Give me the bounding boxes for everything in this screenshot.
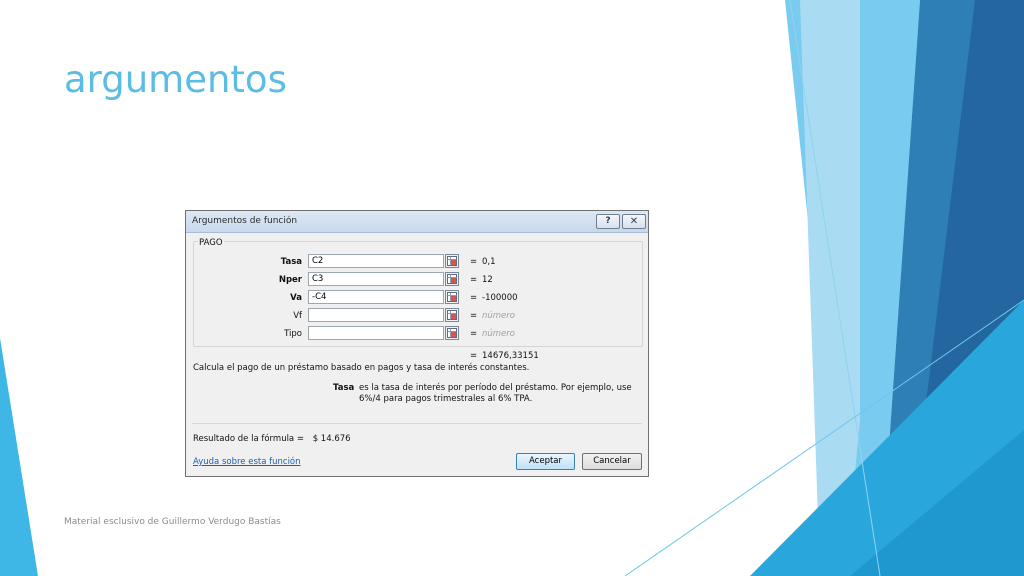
- arg-result-tipo: número: [482, 329, 515, 339]
- equals-sign: =: [470, 311, 478, 321]
- formula-result-value: $ 14.676: [312, 434, 351, 444]
- arg-result-va: -100000: [482, 293, 518, 303]
- divider: [192, 423, 642, 424]
- formula-result: Resultado de la fórmula = $ 14.676: [193, 434, 351, 444]
- left-accent-shape: [0, 338, 38, 576]
- selected-param-description: es la tasa de interés por período del pr…: [359, 383, 632, 404]
- equals-sign: =: [470, 351, 478, 361]
- dialog-title: Argumentos de función: [192, 216, 298, 226]
- equals-sign: =: [470, 275, 478, 285]
- range-select-icon: [447, 274, 457, 284]
- range-select-icon: [447, 328, 457, 338]
- dialog-titlebar[interactable]: Argumentos de función ? ✕: [186, 211, 648, 233]
- arg-label-tasa: Tasa: [280, 257, 302, 267]
- function-help-link[interactable]: Ayuda sobre esta función: [193, 457, 301, 467]
- function-result-value: 14676,33151: [482, 351, 539, 361]
- close-button[interactable]: ✕: [622, 214, 646, 229]
- arg-result-nper: 12: [482, 275, 493, 285]
- arg-result-vf: número: [482, 311, 515, 321]
- arg-label-va: Va: [290, 293, 302, 303]
- arg-input-tasa[interactable]: C2: [308, 254, 444, 268]
- help-button[interactable]: ?: [596, 214, 620, 229]
- collapse-dialog-button-tasa[interactable]: [445, 254, 459, 268]
- equals-sign: =: [470, 257, 478, 267]
- collapse-dialog-button-vf[interactable]: [445, 308, 459, 322]
- equals-sign: =: [470, 329, 478, 339]
- collapse-dialog-button-nper[interactable]: [445, 272, 459, 286]
- collapse-dialog-button-tipo[interactable]: [445, 326, 459, 340]
- arg-input-va[interactable]: -C4: [308, 290, 444, 304]
- slide-title: argumentos: [64, 58, 287, 101]
- arg-input-vf[interactable]: [308, 308, 444, 322]
- selected-param-name: Tasa: [333, 383, 355, 393]
- function-name: PAGO: [198, 238, 224, 248]
- arg-input-tipo[interactable]: [308, 326, 444, 340]
- arg-label-tipo: Tipo: [284, 329, 302, 339]
- cancel-button[interactable]: Cancelar: [582, 453, 642, 470]
- range-select-icon: [447, 310, 457, 320]
- collapse-dialog-button-va[interactable]: [445, 290, 459, 304]
- equals-sign: =: [470, 293, 478, 303]
- arg-label-vf: Vf: [293, 311, 302, 321]
- range-select-icon: [447, 256, 457, 266]
- arg-result-tasa: 0,1: [482, 257, 496, 267]
- function-description: Calcula el pago de un préstamo basado en…: [193, 363, 530, 373]
- ok-button[interactable]: Aceptar: [516, 453, 575, 470]
- formula-result-label: Resultado de la fórmula =: [193, 434, 304, 444]
- arg-label-nper: Nper: [278, 275, 302, 285]
- function-arguments-dialog: Argumentos de función ? ✕ PAGO Tasa C2 =…: [185, 210, 649, 477]
- slide-footer: Material esclusivo de Guillermo Verdugo …: [64, 517, 281, 527]
- range-select-icon: [447, 292, 457, 302]
- arg-input-nper[interactable]: C3: [308, 272, 444, 286]
